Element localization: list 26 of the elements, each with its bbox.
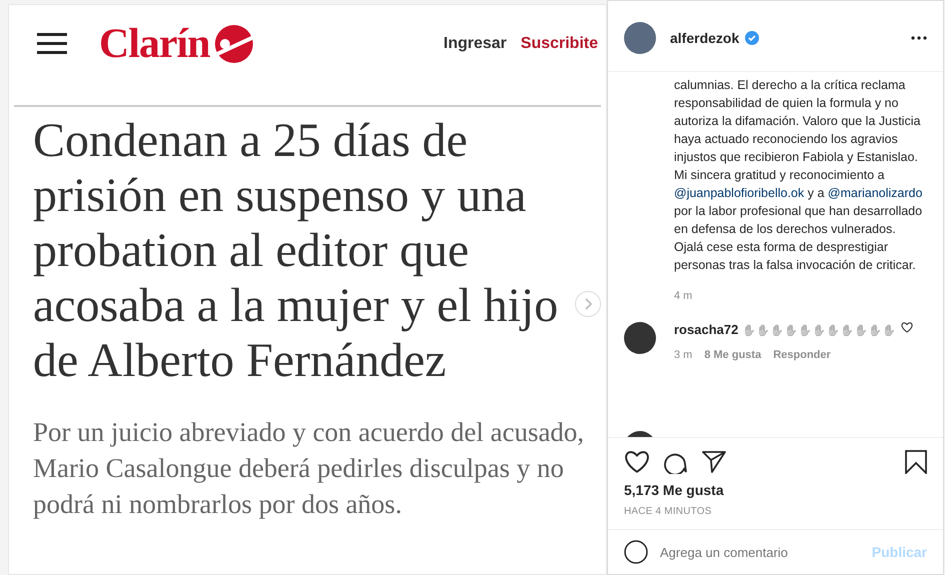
menu-icon[interactable] — [37, 33, 67, 55]
comment-username[interactable]: rosacha72 — [674, 322, 738, 337]
like-count[interactable]: 5,173 Me gusta — [608, 480, 943, 498]
article-summary: Por un juicio abreviado y con acuerdo del acusado, Mario Casalongue deberá pedirles disculpas y no podrá ni nombrarlos por dos años. — [33, 416, 586, 521]
subscribe-link[interactable]: Suscribite — [520, 35, 598, 53]
more-options-icon[interactable] — [911, 36, 927, 40]
caption-time: 4 m — [674, 290, 694, 302]
comment-time: 3 m — [674, 348, 692, 361]
comment-text: ✋✋✋✋✋✋✋✋✋✋✋ — [742, 324, 896, 337]
avatar[interactable] — [624, 22, 656, 54]
emoji-icon[interactable] — [624, 540, 648, 564]
login-link[interactable]: Ingresar — [444, 35, 507, 53]
mention-link[interactable]: @juanpablofioribello.ok — [674, 186, 804, 200]
username[interactable]: alferdezok — [670, 30, 740, 46]
mention-link[interactable]: @marianolizardo — [828, 186, 922, 200]
post-date: HACE 4 MINUTOS — [608, 498, 943, 530]
post-caption: calumnias. El derecho a la crítica reclama responsabilidad de quien la formula y no autoriza la difamación. Valoro que la Justicia haya actuado reconociendo los agravios injustos que recibieron Fabiola y Estanislao. Mi sincera gratitud y reconocimiento a @juanpablofioribello.ok y a @marianolizardo por la labor profesional que han desarrollado en defensa de los derechos vulnerados. Ojalá cese esta forma de desprestigiar personas tras la falsa invocación de criticar. — [674, 76, 923, 274]
commenter-avatar[interactable] — [624, 322, 656, 354]
bookmark-icon[interactable] — [905, 450, 927, 474]
site-logo[interactable]: Clarín — [99, 20, 210, 68]
heart-icon[interactable] — [624, 450, 650, 474]
article-headline: Condenan a 25 días de prisión en suspenso y una probation al editor que acosaba a la mujer y el hijo de Alberto Fernández — [33, 113, 560, 388]
heart-icon[interactable] — [901, 322, 913, 333]
logo-mark-icon — [214, 24, 254, 64]
chevron-right-icon — [584, 298, 592, 310]
send-icon[interactable] — [702, 450, 726, 474]
